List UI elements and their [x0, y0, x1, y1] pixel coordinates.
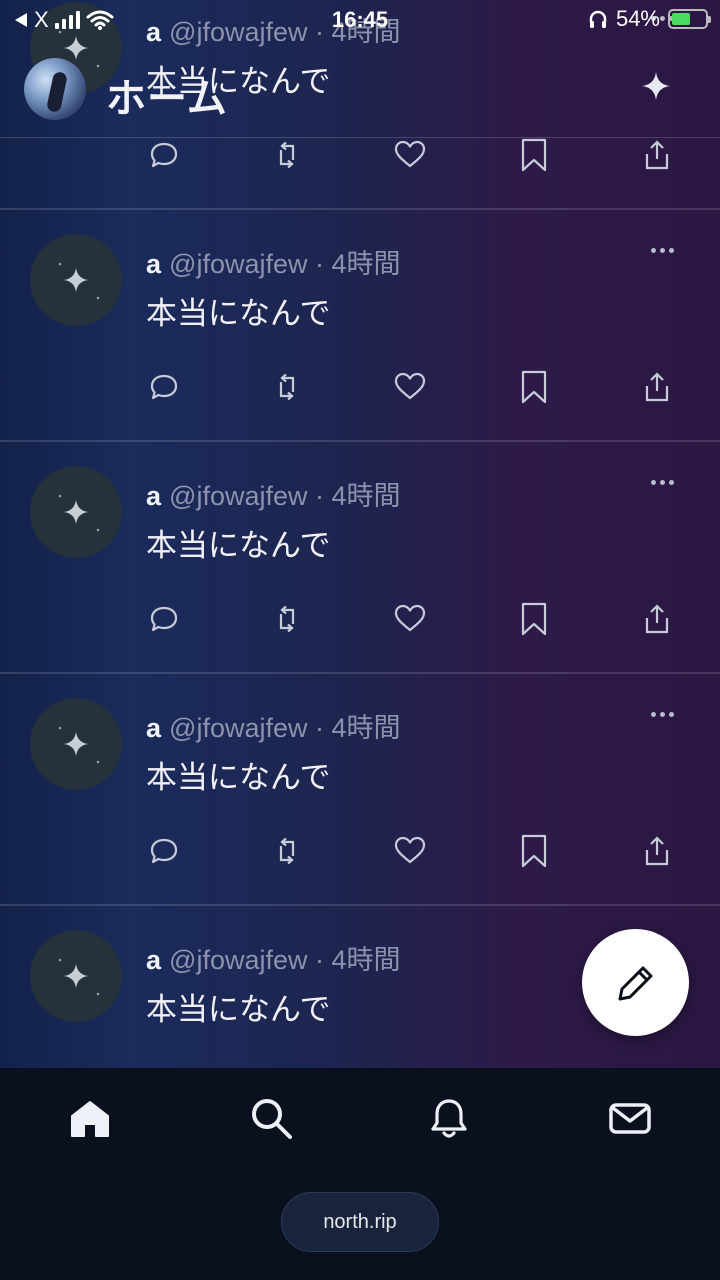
share-icon[interactable] [641, 138, 673, 172]
post-avatar[interactable] [30, 698, 122, 790]
sparkle-avatar-icon [58, 958, 100, 996]
post-handle-time: @jfowajfew · 4時間 [169, 249, 401, 279]
post-author[interactable]: a [146, 713, 161, 743]
repost-icon[interactable] [271, 370, 303, 404]
status-right: 54% [588, 6, 711, 32]
post-handle-time: @jfowajfew · 4時間 [169, 945, 401, 975]
bookmark-icon[interactable] [518, 138, 550, 172]
post-avatar[interactable] [30, 234, 122, 326]
share-icon[interactable] [641, 834, 673, 868]
post-card[interactable]: a @jfowajfew · 4時間 本当になんで [0, 442, 720, 674]
sparkle-avatar-icon [58, 262, 100, 300]
reply-icon[interactable] [148, 370, 180, 404]
reply-icon[interactable] [148, 834, 180, 868]
search-icon[interactable] [249, 1096, 293, 1140]
post-handle-time: @jfowajfew · 4時間 [169, 713, 401, 743]
status-bar: X 16:45 54% [0, 0, 720, 40]
repost-icon[interactable] [271, 834, 303, 868]
post-meta: a @jfowajfew · 4時間 [146, 938, 401, 977]
compose-button[interactable] [582, 929, 689, 1036]
reply-icon[interactable] [148, 138, 180, 172]
post-author[interactable]: a [146, 249, 161, 279]
post-avatar[interactable] [30, 466, 122, 558]
post-card[interactable]: a @jfowajfew · 4時間 本当になんで [0, 210, 720, 442]
like-icon[interactable] [394, 834, 426, 868]
post-actions [0, 602, 720, 642]
mail-icon[interactable] [608, 1096, 652, 1140]
post-meta: a @jfowajfew · 4時間 [146, 242, 401, 281]
post-avatar[interactable] [30, 930, 122, 1022]
reply-icon[interactable] [148, 602, 180, 636]
more-options-icon[interactable] [651, 480, 674, 485]
post-actions [0, 834, 720, 874]
domain-pill[interactable]: north.rip [281, 1192, 439, 1252]
bookmark-icon[interactable] [518, 370, 550, 404]
post-meta: a @jfowajfew · 4時間 [146, 706, 401, 745]
sparkle-icon[interactable] [640, 70, 672, 102]
more-options-icon[interactable] [651, 712, 674, 717]
page-title: ホーム [106, 77, 228, 121]
post-actions [0, 138, 720, 178]
pencil-icon [618, 966, 653, 1001]
like-icon[interactable] [394, 602, 426, 636]
post-actions [0, 370, 720, 410]
repost-icon[interactable] [271, 138, 303, 172]
top-header: ホーム [0, 40, 720, 138]
more-options-icon[interactable] [651, 248, 674, 253]
battery-icon [668, 9, 711, 29]
headphones-icon [589, 10, 607, 28]
bookmark-icon[interactable] [518, 602, 550, 636]
post-card[interactable]: a @jfowajfew · 4時間 本当になんで [0, 674, 720, 906]
profile-avatar[interactable] [24, 58, 86, 120]
post-text: 本当になんで [146, 992, 331, 1027]
like-icon[interactable] [394, 370, 426, 404]
post-text: 本当になんで [146, 528, 331, 563]
repost-icon[interactable] [271, 602, 303, 636]
bookmark-icon[interactable] [518, 834, 550, 868]
post-author[interactable]: a [146, 481, 161, 511]
post-meta: a @jfowajfew · 4時間 [146, 474, 401, 513]
post-text: 本当になんで [146, 296, 331, 331]
bell-icon[interactable] [427, 1096, 471, 1140]
bottom-nav: north.rip [0, 1068, 720, 1280]
share-icon[interactable] [641, 370, 673, 404]
share-icon[interactable] [641, 602, 673, 636]
sparkle-avatar-icon [58, 494, 100, 532]
post-text: 本当になんで [146, 760, 331, 795]
battery-percent: 54% [615, 6, 660, 31]
post-author[interactable]: a [146, 945, 161, 975]
sparkle-avatar-icon [58, 726, 100, 764]
home-icon[interactable] [68, 1096, 112, 1140]
post-handle-time: @jfowajfew · 4時間 [169, 481, 401, 511]
like-icon[interactable] [394, 138, 426, 172]
